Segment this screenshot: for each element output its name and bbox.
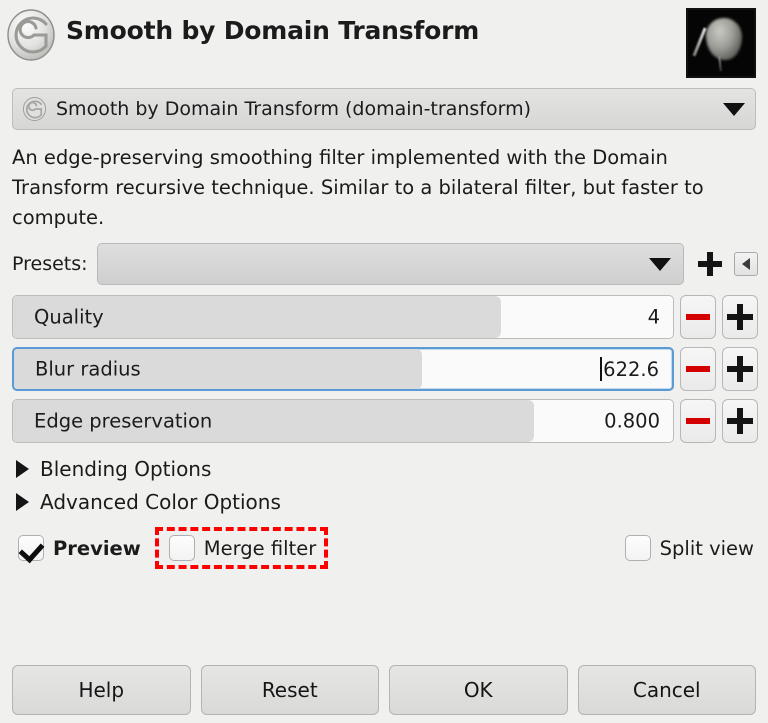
thumbnail-leaf-shape [706, 17, 743, 61]
slider-value: 622.6 [603, 358, 659, 382]
slider-label: Quality [34, 305, 104, 329]
slider-list: Quality 4 Blur radius 622.6 Edge preserv… [12, 295, 758, 444]
slider-row-blur-radius: Blur radius 622.6 [12, 347, 758, 392]
page-title: Smooth by Domain Transform [66, 16, 480, 45]
chevron-down-icon[interactable] [723, 102, 745, 116]
add-preset-button[interactable] [694, 247, 726, 281]
gimp-wilber-icon [22, 96, 47, 122]
minus-icon [686, 418, 710, 425]
operation-description: An edge-preserving smoothing filter impl… [12, 146, 704, 229]
expander-advanced-color-options[interactable]: Advanced Color Options [16, 485, 768, 518]
chevron-down-icon[interactable] [649, 257, 671, 271]
slider-blur-radius[interactable]: Blur radius 622.6 [12, 347, 674, 392]
slider-edge-preservation[interactable]: Edge preservation 0.800 [12, 399, 674, 444]
cancel-button[interactable]: Cancel [577, 665, 756, 715]
decrement-button[interactable] [680, 347, 716, 392]
ok-button[interactable]: OK [389, 665, 568, 715]
plus-icon [727, 356, 753, 383]
presets-label: Presets: [12, 253, 88, 276]
presets-combo[interactable] [96, 243, 684, 286]
expander-label: Blending Options [40, 456, 212, 481]
slider-row-edge-preservation: Edge preservation 0.800 [12, 399, 758, 444]
slider-value[interactable]: 0.800 [604, 410, 660, 433]
split-view-label: Split view [659, 536, 754, 560]
merge-filter-checkbox[interactable] [168, 535, 195, 562]
slider-row-quality: Quality 4 [12, 295, 758, 340]
expander-blending-options[interactable]: Blending Options [16, 452, 768, 485]
decrement-button[interactable] [680, 399, 716, 444]
operation-label: Smooth by Domain Transform (domain-trans… [56, 98, 531, 120]
preset-menu-button[interactable] [734, 252, 758, 277]
image-preview-thumbnail [686, 8, 756, 78]
minus-icon [686, 366, 710, 373]
plus-icon [727, 408, 753, 435]
expander-list: Blending Options Advanced Color Options [16, 452, 768, 518]
plus-icon [727, 304, 753, 331]
reset-button[interactable]: Reset [200, 665, 379, 715]
slider-value[interactable]: 4 [648, 306, 660, 329]
triangle-right-icon [16, 459, 29, 478]
preview-checkbox[interactable] [18, 535, 44, 562]
slider-value-wrapper[interactable]: 622.6 [600, 357, 659, 382]
chevron-left-icon [742, 258, 750, 271]
increment-button[interactable] [722, 295, 758, 340]
help-button[interactable]: Help [12, 665, 191, 715]
expander-label: Advanced Color Options [40, 489, 281, 514]
options-row: Preview Merge filter Split view [18, 527, 754, 570]
text-caret [600, 357, 603, 382]
slider-quality[interactable]: Quality 4 [12, 295, 674, 340]
increment-button[interactable] [722, 347, 758, 392]
gimp-wilber-icon [7, 9, 55, 61]
merge-filter-highlight: Merge filter [154, 527, 329, 570]
preview-label: Preview [53, 536, 141, 560]
split-view-checkbox[interactable] [624, 535, 651, 562]
presets-row: Presets: [12, 243, 758, 286]
thumbnail-stem-highlight [692, 27, 707, 58]
decrement-button[interactable] [680, 295, 716, 340]
dialog-button-bar: Help Reset OK Cancel [0, 665, 768, 715]
plus-icon [698, 252, 722, 277]
operation-combo[interactable]: Smooth by Domain Transform (domain-trans… [12, 88, 756, 130]
slider-label: Blur radius [35, 357, 141, 381]
minus-icon [686, 314, 710, 321]
merge-filter-label: Merge filter [203, 536, 317, 560]
slider-label: Edge preservation [34, 409, 213, 433]
dialog-header: Smooth by Domain Transform [0, 0, 768, 86]
triangle-right-icon [16, 492, 29, 511]
increment-button[interactable] [722, 399, 758, 444]
